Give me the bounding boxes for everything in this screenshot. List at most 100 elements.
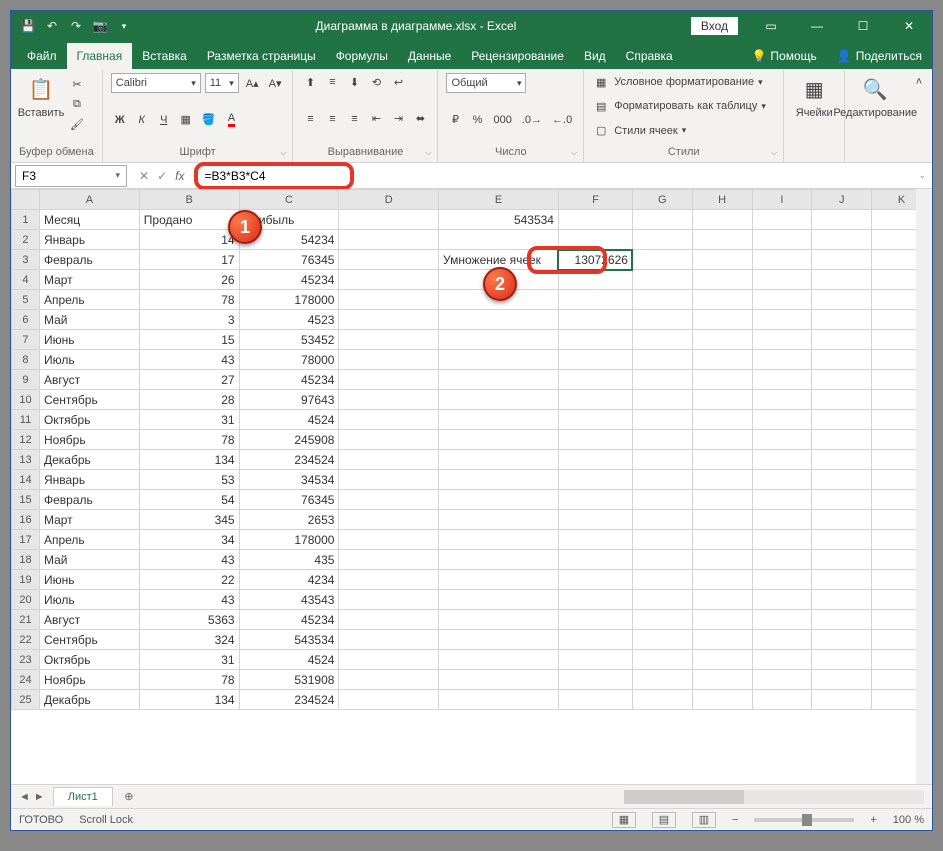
cell-G15[interactable]: [632, 490, 692, 510]
cell-J8[interactable]: [812, 350, 872, 370]
cell-H8[interactable]: [692, 350, 752, 370]
tab-pagelayout[interactable]: Разметка страницы: [197, 43, 326, 69]
cell-J5[interactable]: [812, 290, 872, 310]
cell-D21[interactable]: [339, 610, 439, 630]
cell-F19[interactable]: [558, 570, 632, 590]
cell-styles-button[interactable]: Стили ячеек: [614, 125, 677, 137]
column-header-G[interactable]: G: [632, 190, 692, 210]
cell-G14[interactable]: [632, 470, 692, 490]
add-sheet-button[interactable]: ⊕: [119, 787, 139, 807]
cell-B12[interactable]: 78: [139, 430, 239, 450]
cell-A2[interactable]: Январь: [39, 230, 139, 250]
cell-G13[interactable]: [632, 450, 692, 470]
cell-I6[interactable]: [752, 310, 812, 330]
tab-home[interactable]: Главная: [67, 43, 133, 69]
cell-D14[interactable]: [339, 470, 439, 490]
fx-icon[interactable]: fx: [175, 169, 190, 183]
tellme-button[interactable]: 💡Помощь: [741, 43, 826, 69]
cell-A11[interactable]: Октябрь: [39, 410, 139, 430]
cell-B21[interactable]: 5363: [139, 610, 239, 630]
cell-A3[interactable]: Февраль: [39, 250, 139, 270]
cell-H25[interactable]: [692, 690, 752, 710]
cell-F25[interactable]: [558, 690, 632, 710]
cell-H11[interactable]: [692, 410, 752, 430]
tab-help[interactable]: Справка: [616, 43, 683, 69]
row-header[interactable]: 2: [12, 230, 40, 250]
row-header[interactable]: 25: [12, 690, 40, 710]
row-header[interactable]: 18: [12, 550, 40, 570]
chevron-down-icon[interactable]: ▾: [115, 170, 120, 181]
cell-F23[interactable]: [558, 650, 632, 670]
vertical-scrollbar[interactable]: [916, 189, 932, 784]
cell-F6[interactable]: [558, 310, 632, 330]
fill-color-icon[interactable]: 🪣: [199, 111, 219, 129]
cell-I25[interactable]: [752, 690, 812, 710]
cell-F20[interactable]: [558, 590, 632, 610]
merge-icon[interactable]: ⬌: [411, 110, 429, 128]
cell-H10[interactable]: [692, 390, 752, 410]
view-pagelayout-icon[interactable]: ▤: [652, 812, 676, 828]
cell-H4[interactable]: [692, 270, 752, 290]
cell-I5[interactable]: [752, 290, 812, 310]
cell-I21[interactable]: [752, 610, 812, 630]
cell-J19[interactable]: [812, 570, 872, 590]
cell-B8[interactable]: 43: [139, 350, 239, 370]
cell-D1[interactable]: [339, 210, 439, 230]
row-header[interactable]: 14: [12, 470, 40, 490]
row-header[interactable]: 3: [12, 250, 40, 270]
column-header-D[interactable]: D: [339, 190, 439, 210]
cell-F17[interactable]: [558, 530, 632, 550]
cell-I18[interactable]: [752, 550, 812, 570]
cell-G11[interactable]: [632, 410, 692, 430]
format-painter-icon[interactable]: 🖌: [67, 115, 87, 133]
cell-F13[interactable]: [558, 450, 632, 470]
cell-B23[interactable]: 31: [139, 650, 239, 670]
cell-J14[interactable]: [812, 470, 872, 490]
cell-F1[interactable]: [558, 210, 632, 230]
expand-formula-bar-icon[interactable]: ⌄: [912, 170, 932, 181]
cell-H2[interactable]: [692, 230, 752, 250]
cell-F24[interactable]: [558, 670, 632, 690]
cell-F7[interactable]: [558, 330, 632, 350]
currency-icon[interactable]: ₽: [446, 111, 464, 129]
conditional-formatting-button[interactable]: Условное форматирование: [614, 76, 754, 88]
cell-B18[interactable]: 43: [139, 550, 239, 570]
cell-I2[interactable]: [752, 230, 812, 250]
cell-I3[interactable]: [752, 250, 812, 270]
cell-E15[interactable]: [439, 490, 559, 510]
cell-E19[interactable]: [439, 570, 559, 590]
cell-G18[interactable]: [632, 550, 692, 570]
cell-A21[interactable]: Август: [39, 610, 139, 630]
percent-icon[interactable]: %: [468, 111, 486, 129]
cell-D24[interactable]: [339, 670, 439, 690]
cell-G24[interactable]: [632, 670, 692, 690]
row-header[interactable]: 12: [12, 430, 40, 450]
cell-H20[interactable]: [692, 590, 752, 610]
redo-icon[interactable]: ↷: [67, 17, 85, 35]
cell-A23[interactable]: Октябрь: [39, 650, 139, 670]
row-header[interactable]: 8: [12, 350, 40, 370]
cell-A4[interactable]: Март: [39, 270, 139, 290]
decrease-decimal-icon[interactable]: ←.0: [549, 111, 575, 129]
maximize-icon[interactable]: ☐: [840, 11, 886, 41]
cell-I16[interactable]: [752, 510, 812, 530]
cell-B20[interactable]: 43: [139, 590, 239, 610]
column-header-J[interactable]: J: [812, 190, 872, 210]
cell-H3[interactable]: [692, 250, 752, 270]
cell-A24[interactable]: Ноябрь: [39, 670, 139, 690]
view-pagebreak-icon[interactable]: ▥: [692, 812, 716, 828]
cell-H21[interactable]: [692, 610, 752, 630]
cell-E10[interactable]: [439, 390, 559, 410]
cell-G6[interactable]: [632, 310, 692, 330]
cell-A20[interactable]: Июль: [39, 590, 139, 610]
cell-J7[interactable]: [812, 330, 872, 350]
cell-I1[interactable]: [752, 210, 812, 230]
cell-E16[interactable]: [439, 510, 559, 530]
zoom-slider[interactable]: [754, 818, 854, 822]
cell-A25[interactable]: Декабрь: [39, 690, 139, 710]
cell-G9[interactable]: [632, 370, 692, 390]
column-header-H[interactable]: H: [692, 190, 752, 210]
cell-E21[interactable]: [439, 610, 559, 630]
cell-H9[interactable]: [692, 370, 752, 390]
cell-H23[interactable]: [692, 650, 752, 670]
